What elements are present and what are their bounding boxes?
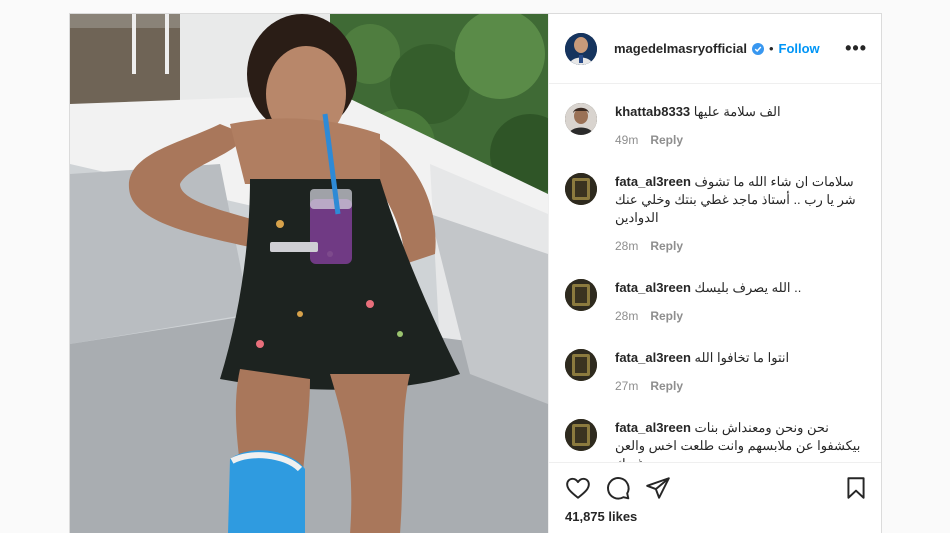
comment-body: khattab8333 الف سلامة عليها 49m Reply [615,103,865,147]
comment-body: fata_al3reen انتوا ما تخافوا الله 27m Rep… [615,349,865,393]
comment-meta: 28m Reply [615,239,865,253]
comment-time: 28m [615,239,639,253]
follow-button[interactable]: Follow [779,41,820,56]
post-header: magedelmasryofficial • Follow ••• [549,14,881,84]
comment-text: fata_al3reen الله يصرف بليسك .. [615,279,865,297]
comment-icon[interactable] [605,475,631,501]
comment-username[interactable]: fata_al3reen [615,280,691,295]
commenter-avatar[interactable] [565,349,597,381]
comment-body: fata_al3reen سلامات ان شاء الله ما تشوف … [615,173,865,253]
comment-message: الله يصرف بليسك .. [694,280,802,295]
commenter-avatar-image [565,173,597,205]
header-separator: • [768,41,774,56]
comment-username[interactable]: khattab8333 [615,104,690,119]
post-side-panel: magedelmasryofficial • Follow ••• khatta… [548,14,881,533]
comment-username[interactable]: fata_al3reen [615,174,691,189]
likes-count[interactable]: 41,875 likes [565,509,637,524]
comment-username[interactable]: fata_al3reen [615,350,691,365]
author-username[interactable]: magedelmasryofficial [614,41,747,56]
post-photo[interactable] [70,14,548,533]
commenter-avatar-image [565,349,597,381]
heart-icon[interactable] [565,475,591,501]
verified-badge-icon [751,42,764,55]
reply-button[interactable]: Reply [650,239,683,253]
reply-button[interactable]: Reply [650,133,683,147]
comments-list[interactable]: khattab8333 الف سلامة عليها 49m Reply fat… [549,85,881,462]
comment-text: fata_al3reen انتوا ما تخافوا الله [615,349,865,367]
comment-body: fata_al3reen الله يصرف بليسك .. 28m Reply [615,279,865,323]
author-avatar-image [565,32,597,65]
comment-body: fata_al3reen نحن ونحن ومعنداش بنات بيكشف… [615,419,865,462]
comment-time: 49m [615,133,639,147]
author-avatar[interactable] [565,32,597,65]
comment-text: fata_al3reen سلامات ان شاء الله ما تشوف … [615,173,865,227]
comment-text: khattab8333 الف سلامة عليها [615,103,865,121]
more-options-icon[interactable]: ••• [845,38,867,59]
comment-message: انتوا ما تخافوا الله [694,350,790,365]
comment-meta: 28m Reply [615,309,865,323]
post-actions-bar: 41,875 likes [549,462,881,533]
share-icon[interactable] [645,475,671,501]
comment-message: الف سلامة عليها [693,104,781,119]
comment-time: 27m [615,379,639,393]
commenter-avatar-image [565,103,597,135]
commenter-avatar-image [565,279,597,311]
commenter-avatar-image [565,419,597,451]
commenter-avatar[interactable] [565,103,597,135]
reply-button[interactable]: Reply [650,309,683,323]
instagram-post: magedelmasryofficial • Follow ••• khatta… [69,13,882,533]
comment-username[interactable]: fata_al3reen [615,420,691,435]
commenter-avatar[interactable] [565,173,597,205]
commenter-avatar[interactable] [565,279,597,311]
bookmark-icon[interactable] [843,475,869,501]
comment-meta: 49m Reply [615,133,865,147]
girl-on-sofa-photo [70,14,548,533]
comment-time: 28m [615,309,639,323]
reply-button[interactable]: Reply [650,379,683,393]
comment-meta: 27m Reply [615,379,865,393]
commenter-avatar[interactable] [565,419,597,451]
comment-text: fata_al3reen نحن ونحن ومعنداش بنات بيكشف… [615,419,865,462]
